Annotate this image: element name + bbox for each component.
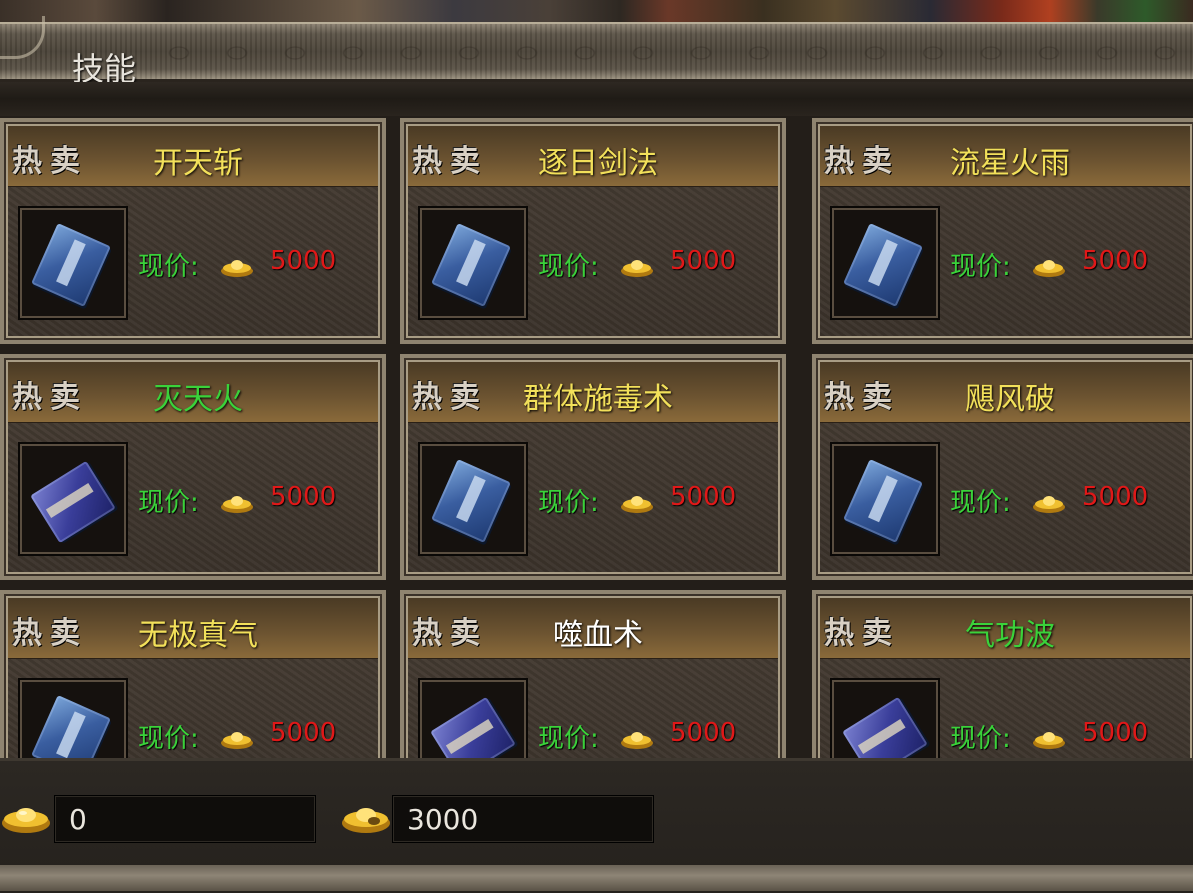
price-value: 5000 bbox=[270, 718, 337, 748]
card-header: 热卖 群体施毒术 bbox=[408, 362, 778, 423]
price-value: 5000 bbox=[670, 246, 737, 276]
price-value: 5000 bbox=[270, 246, 337, 276]
currency-bar: 0 3000 bbox=[0, 758, 1193, 893]
price-value: 5000 bbox=[670, 482, 737, 512]
skill-card[interactable]: 热卖 逐日剑法现价: 5000 bbox=[400, 118, 786, 344]
price-label: 现价: bbox=[138, 488, 199, 518]
gold-ingot-icon bbox=[221, 496, 253, 513]
item-slot[interactable] bbox=[830, 678, 940, 758]
gold-ingot-icon bbox=[221, 260, 253, 277]
skill-book-icon bbox=[843, 459, 923, 543]
skill-name: 流星火雨 bbox=[950, 146, 1070, 181]
hot-sale-badge: 热卖 bbox=[412, 380, 488, 415]
price-label: 现价: bbox=[950, 724, 1011, 754]
skill-book-icon bbox=[30, 460, 116, 544]
skill-name: 灭天火 bbox=[153, 382, 243, 417]
skill-book-icon bbox=[843, 223, 923, 307]
hot-sale-badge: 热卖 bbox=[12, 616, 88, 651]
price-label: 现价: bbox=[538, 488, 599, 518]
gold-ingot-icon bbox=[221, 732, 253, 749]
skill-card[interactable]: 热卖 开天斩现价: 5000 bbox=[0, 118, 386, 344]
hot-sale-badge: 热卖 bbox=[12, 380, 88, 415]
gold-ingot-icon bbox=[2, 808, 50, 833]
hot-sale-badge: 热卖 bbox=[824, 616, 900, 651]
skill-name: 无极真气 bbox=[138, 618, 258, 653]
skill-card[interactable]: 热卖 无极真气现价: 5000 bbox=[0, 590, 386, 758]
item-slot[interactable] bbox=[18, 442, 128, 556]
price-value: 5000 bbox=[1082, 718, 1149, 748]
card-header: 热卖 灭天火 bbox=[8, 362, 378, 423]
price-value: 5000 bbox=[270, 482, 337, 512]
skill-name: 群体施毒术 bbox=[523, 382, 673, 417]
skill-book-icon bbox=[31, 695, 111, 758]
skill-name: 飓风破 bbox=[965, 382, 1055, 417]
skill-name: 噬血术 bbox=[553, 618, 643, 653]
skill-book-icon bbox=[431, 223, 511, 307]
price-value: 5000 bbox=[670, 718, 737, 748]
title-bar: 技能 bbox=[0, 16, 1193, 88]
card-header: 热卖 无极真气 bbox=[8, 598, 378, 659]
price-value: 5000 bbox=[1082, 482, 1149, 512]
item-slot[interactable] bbox=[18, 678, 128, 758]
card-header: 热卖 噬血术 bbox=[408, 598, 778, 659]
skill-book-icon bbox=[842, 696, 928, 758]
hot-sale-badge: 热卖 bbox=[412, 144, 488, 179]
skill-book-icon bbox=[430, 696, 516, 758]
item-slot[interactable] bbox=[830, 206, 940, 320]
skill-name: 逐日剑法 bbox=[538, 146, 658, 181]
skill-card[interactable]: 热卖 飓风破现价: 5000 bbox=[812, 354, 1193, 580]
skill-card[interactable]: 热卖 噬血术现价: 5000 bbox=[400, 590, 786, 758]
bottom-frame-rule bbox=[0, 865, 1193, 891]
price-label: 现价: bbox=[950, 252, 1011, 282]
price-label: 现价: bbox=[138, 724, 199, 754]
price-label: 现价: bbox=[138, 252, 199, 282]
bound-ingot-icon bbox=[342, 808, 390, 833]
skill-book-icon bbox=[431, 459, 511, 543]
gold-ingot-icon bbox=[1033, 732, 1065, 749]
hot-sale-badge: 热卖 bbox=[12, 144, 88, 179]
hot-sale-badge: 热卖 bbox=[412, 616, 488, 651]
hot-sale-badge: 热卖 bbox=[824, 380, 900, 415]
item-slot[interactable] bbox=[418, 678, 528, 758]
item-slot[interactable] bbox=[418, 442, 528, 556]
corner-ornament bbox=[0, 16, 45, 59]
skill-shop-grid[interactable]: 热卖 开天斩 现价: 5000 热卖 逐日剑法 现价: 5000 热卖 流星火雨 现价: 5000 热卖… bbox=[0, 116, 1193, 758]
skill-card[interactable]: 热卖 群体施毒术现价: 5000 bbox=[400, 354, 786, 580]
card-header: 热卖 逐日剑法 bbox=[408, 126, 778, 187]
gold-ingot-icon bbox=[1033, 260, 1065, 277]
item-slot[interactable] bbox=[830, 442, 940, 556]
gold-ingot-icon bbox=[621, 496, 653, 513]
card-header: 热卖 气功波 bbox=[820, 598, 1190, 659]
skill-card[interactable]: 热卖 灭天火现价: 5000 bbox=[0, 354, 386, 580]
skill-name: 气功波 bbox=[965, 618, 1055, 653]
card-header: 热卖 开天斩 bbox=[8, 126, 378, 187]
item-slot[interactable] bbox=[18, 206, 128, 320]
price-label: 现价: bbox=[538, 724, 599, 754]
skill-book-icon bbox=[31, 223, 111, 307]
item-slot[interactable] bbox=[418, 206, 528, 320]
price-value: 5000 bbox=[1082, 246, 1149, 276]
gold-ingot-icon bbox=[1033, 496, 1065, 513]
gold-ingot-icon bbox=[621, 260, 653, 277]
price-label: 现价: bbox=[538, 252, 599, 282]
gold-ingot-field: 0 bbox=[54, 795, 316, 843]
price-label: 现价: bbox=[950, 488, 1011, 518]
gold-ingot-icon bbox=[621, 732, 653, 749]
title-ornament-pattern bbox=[150, 38, 1183, 68]
skill-name: 开天斩 bbox=[153, 146, 243, 181]
card-header: 热卖 飓风破 bbox=[820, 362, 1190, 423]
hot-sale-badge: 热卖 bbox=[824, 144, 900, 179]
skill-card[interactable]: 热卖 气功波现价: 5000 bbox=[812, 590, 1193, 758]
skill-card[interactable]: 热卖 流星火雨现价: 5000 bbox=[812, 118, 1193, 344]
top-character-banner bbox=[0, 0, 1193, 22]
frame-strip bbox=[0, 82, 1193, 116]
bound-ingot-field: 3000 bbox=[392, 795, 654, 843]
card-header: 热卖 流星火雨 bbox=[820, 126, 1190, 187]
